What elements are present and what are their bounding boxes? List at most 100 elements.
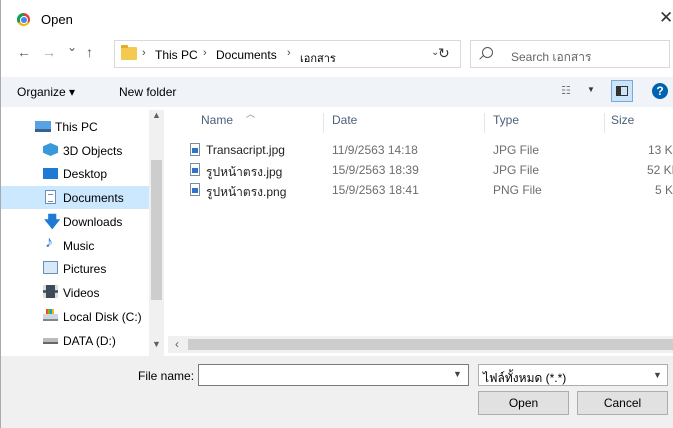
- nav-item-label: This PC: [55, 120, 98, 134]
- scrollbar-thumb[interactable]: [151, 160, 162, 300]
- nav-item-desktop[interactable]: Desktop: [1, 162, 149, 185]
- file-size: 52 KB: [647, 163, 673, 177]
- file-list-horizontal-scrollbar[interactable]: ‹: [168, 336, 673, 353]
- view-dropdown-icon[interactable]: ▼: [587, 85, 595, 94]
- scroll-up-icon[interactable]: ▲: [152, 110, 161, 120]
- breadcrumb-this-pc[interactable]: This PC: [155, 48, 198, 62]
- preview-pane-button[interactable]: [611, 80, 633, 102]
- file-type: JPG File: [493, 143, 540, 157]
- breadcrumb-separator: ›: [142, 47, 146, 59]
- file-name: รูปหน้าตรง.png: [206, 185, 287, 199]
- nav-item-label: 3D Objects: [63, 144, 123, 158]
- file-name: Transacript.jpg: [206, 143, 285, 157]
- view-options-icon[interactable]: ☷: [561, 84, 571, 97]
- new-folder-button[interactable]: New folder: [119, 85, 176, 99]
- folder-icon: [121, 45, 137, 60]
- nav-item-data-d[interactable]: DATA (D:): [1, 329, 149, 352]
- cancel-button[interactable]: Cancel: [577, 391, 668, 415]
- image-file-icon: [190, 163, 200, 176]
- search-icon: [482, 47, 493, 58]
- command-bar: Organize ▾ New folder ☷ ▼ ?: [1, 77, 673, 107]
- file-type-dropdown-icon: ▼: [653, 370, 662, 380]
- back-arrow-icon[interactable]: ←: [17, 44, 31, 60]
- nav-item-label: DATA (D:): [63, 334, 116, 348]
- nav-item-label: Downloads: [63, 215, 123, 229]
- address-bar[interactable]: › This PC › Documents › เอกสาร ⌄: [114, 40, 461, 68]
- navigation-pane: This PC 3D Objects Desktop Documents 🡇 D…: [1, 110, 164, 356]
- cube-icon: [43, 143, 58, 156]
- column-divider[interactable]: [604, 113, 605, 133]
- nav-item-label: Pictures: [63, 262, 107, 276]
- film-icon: [43, 285, 58, 298]
- file-name-label: File name:: [138, 369, 195, 383]
- file-date: 15/9/2563 18:41: [332, 183, 419, 197]
- column-header-date[interactable]: Date: [332, 113, 357, 127]
- recent-locations-chevron-icon[interactable]: ⌄: [67, 40, 77, 54]
- image-file-icon: [190, 183, 200, 196]
- file-row[interactable]: รูปหน้าตรง.png 15/9/2563 18:41 PNG File …: [184, 180, 673, 199]
- open-file-dialog: Open ✕ ← → ⌄ ↑ › This PC › Documents › เ…: [0, 0, 673, 428]
- breadcrumb-documents[interactable]: Documents: [216, 48, 277, 62]
- computer-icon: [35, 121, 51, 132]
- file-size: 5 KB: [655, 183, 673, 197]
- document-icon: [45, 190, 56, 204]
- nav-item-label: Videos: [63, 286, 100, 300]
- nav-item-label: Documents: [63, 191, 124, 205]
- file-row[interactable]: Transacript.jpg 11/9/2563 14:18 JPG File…: [184, 140, 673, 159]
- breadcrumb-separator: ›: [203, 47, 207, 59]
- file-name-dropdown-icon[interactable]: ▼: [453, 369, 462, 379]
- nav-item-local-disk-c[interactable]: Local Disk (C:): [1, 305, 149, 328]
- scroll-down-icon[interactable]: ▼: [152, 339, 161, 349]
- nav-item-videos[interactable]: Videos: [1, 281, 149, 304]
- file-type: PNG File: [493, 183, 542, 197]
- file-name-input[interactable]: [198, 364, 469, 386]
- help-icon[interactable]: ?: [652, 83, 668, 99]
- image-file-icon: [190, 143, 200, 156]
- nav-item-downloads[interactable]: 🡇 Downloads: [1, 210, 149, 233]
- column-header-type[interactable]: Type: [493, 113, 519, 127]
- forward-arrow-icon[interactable]: →: [42, 44, 56, 60]
- file-date: 15/9/2563 18:39: [332, 163, 419, 177]
- close-button[interactable]: ✕: [659, 8, 673, 28]
- nav-item-label: Desktop: [63, 167, 108, 181]
- scroll-left-icon[interactable]: ‹: [175, 337, 179, 351]
- navigation-scrollbar[interactable]: ▲ ▼: [149, 110, 164, 356]
- nav-item-pictures[interactable]: Pictures: [1, 257, 149, 280]
- breadcrumb-current-folder[interactable]: เอกสาร: [300, 49, 336, 67]
- nav-item-label: Local Disk (C:): [63, 310, 142, 324]
- search-placeholder: Search เอกสาร: [511, 50, 592, 64]
- column-header-size[interactable]: Size: [611, 113, 634, 127]
- file-size: 13 KB: [648, 143, 673, 157]
- organize-button[interactable]: Organize ▾: [17, 85, 75, 99]
- file-type: JPG File: [493, 163, 540, 177]
- window-title: Open: [41, 12, 73, 27]
- nav-item-documents[interactable]: Documents: [1, 186, 149, 209]
- up-arrow-icon[interactable]: ↑: [86, 44, 93, 60]
- title-bar: Open ✕: [1, 0, 673, 38]
- refresh-icon[interactable]: ↻: [438, 45, 450, 62]
- dialog-footer: File name: ▼ ไฟล์ทั้งหมด (*.*) ▼ Open Ca…: [1, 356, 673, 428]
- drive-icon: [43, 338, 58, 344]
- breadcrumb-separator: ›: [287, 47, 291, 59]
- file-type-select[interactable]: ไฟล์ทั้งหมด (*.*) ▼: [478, 364, 668, 386]
- nav-item-music[interactable]: ♪ Music: [1, 234, 149, 257]
- open-button[interactable]: Open: [478, 391, 569, 415]
- picture-icon: [43, 261, 58, 274]
- nav-item-3d-objects[interactable]: 3D Objects: [1, 139, 149, 162]
- windows-drive-icon: [43, 309, 58, 321]
- column-divider[interactable]: [484, 113, 485, 133]
- file-row[interactable]: รูปหน้าตรง.jpg 15/9/2563 18:39 JPG File …: [184, 160, 673, 179]
- nav-item-this-pc[interactable]: This PC: [1, 115, 149, 138]
- desktop-icon: [43, 168, 58, 179]
- file-type-selected: ไฟล์ทั้งหมด (*.*): [483, 371, 567, 385]
- chrome-icon: [17, 13, 30, 26]
- search-box[interactable]: Search เอกสาร: [470, 40, 670, 68]
- column-divider[interactable]: [323, 113, 324, 133]
- nav-item-label: Music: [63, 239, 95, 253]
- column-header-name[interactable]: Name: [201, 113, 233, 127]
- file-list-header: Name Date Type Size: [184, 113, 673, 133]
- scrollbar-thumb[interactable]: [188, 339, 673, 350]
- music-note-icon: ♪: [45, 234, 53, 251]
- download-arrow-icon: 🡇: [44, 214, 61, 231]
- file-date: 11/9/2563 14:18: [332, 143, 418, 157]
